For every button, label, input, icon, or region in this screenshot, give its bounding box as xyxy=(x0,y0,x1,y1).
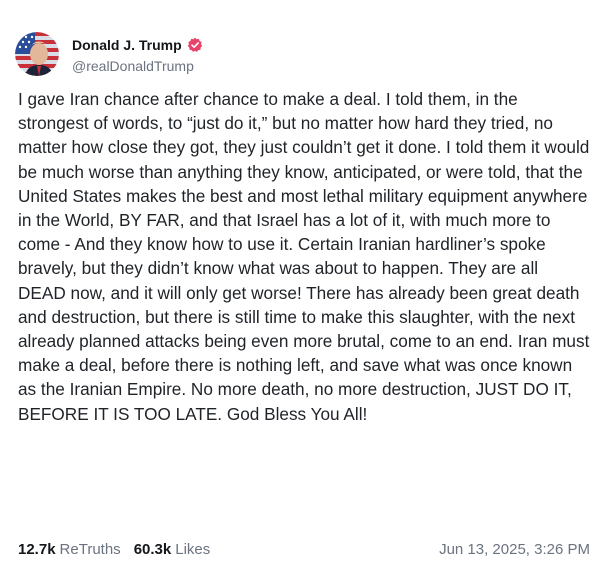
avatar-image xyxy=(15,32,59,76)
likes-label: Likes xyxy=(175,541,211,558)
verified-badge-icon xyxy=(187,37,203,53)
retruths-stat[interactable]: 12.7k ReTruths xyxy=(18,541,121,558)
post-footer: 12.7k ReTruths 60.3k Likes Jun 13, 2025,… xyxy=(18,541,590,558)
post-header: Donald J. Trump @realDonaldTrump xyxy=(15,32,203,76)
post-body-text: I gave Iran chance after chance to make … xyxy=(18,89,590,424)
likes-count: 60.3k xyxy=(133,541,172,558)
retruths-label: ReTruths xyxy=(59,541,121,558)
likes-stat[interactable]: 60.3k Likes xyxy=(134,541,211,558)
handle[interactable]: @realDonaldTrump xyxy=(72,58,203,74)
avatar[interactable] xyxy=(15,32,59,76)
author-block: Donald J. Trump @realDonaldTrump xyxy=(72,35,203,74)
post-timestamp[interactable]: Jun 13, 2025, 3:26 PM xyxy=(439,541,590,558)
name-row: Donald J. Trump xyxy=(72,35,203,55)
retruths-count: 12.7k xyxy=(18,541,56,558)
display-name[interactable]: Donald J. Trump xyxy=(72,37,182,53)
